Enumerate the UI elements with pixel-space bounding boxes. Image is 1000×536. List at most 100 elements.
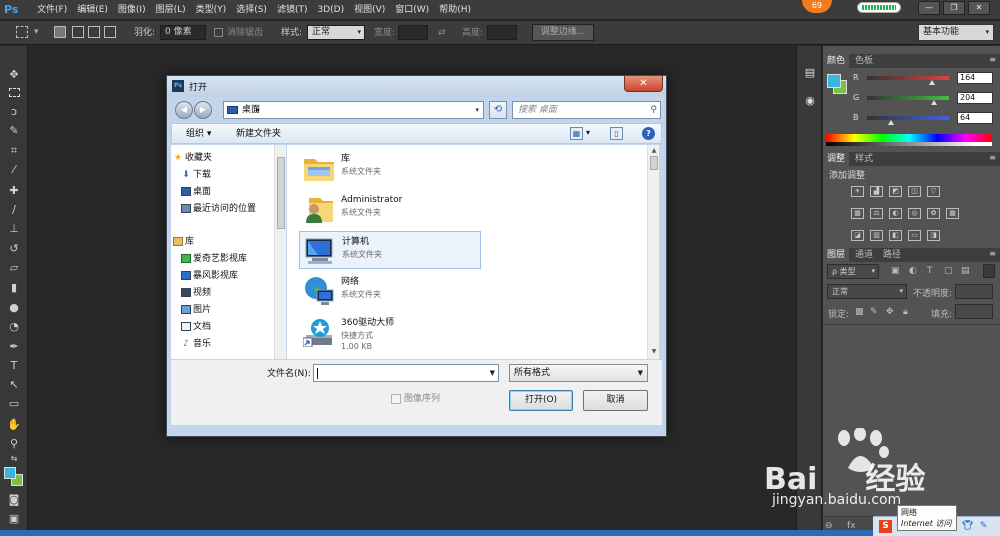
libraries-header[interactable]: 库 bbox=[185, 236, 194, 248]
file-list-scroll-thumb[interactable] bbox=[650, 156, 658, 170]
channel-value-input[interactable]: 64 bbox=[957, 112, 993, 124]
lock-transparent-icon[interactable]: ▩ bbox=[855, 307, 864, 317]
dodge-tool-icon[interactable]: ◔ bbox=[6, 320, 22, 334]
file-item[interactable]: 网络 系统文件夹 bbox=[299, 272, 481, 310]
file-item[interactable]: 计算机 系统文件夹 bbox=[299, 231, 481, 269]
dialog-close-button[interactable]: ✕ bbox=[624, 76, 663, 92]
foreground-color-swatch[interactable] bbox=[4, 467, 16, 479]
antialias-checkbox[interactable] bbox=[214, 28, 223, 37]
workspace-select[interactable]: 基本功能 ▾ bbox=[918, 24, 994, 41]
sogou-input-icon[interactable]: S bbox=[879, 520, 892, 533]
menu-item[interactable]: 类型(Y) bbox=[191, 0, 232, 20]
breadcrumb-arrow-icon[interactable]: ▸ bbox=[256, 104, 260, 116]
crop-tool-icon[interactable]: ⌗ bbox=[6, 144, 22, 158]
nav-item-desktop[interactable]: 桌面 bbox=[193, 186, 211, 198]
preset-dropdown-icon[interactable]: ▾ bbox=[34, 25, 39, 39]
threshold-icon[interactable]: ◧ bbox=[889, 230, 902, 241]
swap-icon[interactable]: ⇄ bbox=[438, 26, 446, 40]
brush-tool-icon[interactable]: ∕ bbox=[6, 203, 22, 217]
lock-position-icon[interactable]: ✥ bbox=[886, 307, 894, 317]
eraser-tool-icon[interactable]: ▱ bbox=[6, 261, 22, 275]
tab-swatches[interactable]: 色板 bbox=[851, 54, 877, 68]
filter-type-icon[interactable]: T bbox=[927, 266, 933, 276]
tray-shirt-icon[interactable]: 👕︎ bbox=[961, 520, 974, 533]
file-item[interactable]: 库系统文件夹 bbox=[299, 149, 481, 187]
intersect-selection-icon[interactable] bbox=[104, 26, 116, 38]
nav-item-pictures[interactable]: 图片 bbox=[193, 304, 211, 316]
brightness-icon[interactable]: ☀ bbox=[851, 186, 864, 197]
eyedropper-tool-icon[interactable]: ⁄ bbox=[6, 163, 22, 177]
tab-paths[interactable]: 路径 bbox=[879, 248, 905, 262]
organize-button[interactable]: 组织 ▾ bbox=[186, 128, 211, 140]
opacity-input[interactable] bbox=[955, 284, 993, 299]
tab-channels[interactable]: 通道 bbox=[851, 248, 877, 262]
view-options-icon[interactable]: ▦ bbox=[570, 127, 583, 140]
new-folder-button[interactable]: 新建文件夹 bbox=[236, 128, 281, 140]
help-icon[interactable]: ? bbox=[642, 127, 655, 140]
panel-menu-icon[interactable]: ≡ bbox=[989, 55, 996, 64]
style-select[interactable]: 正常 ▾ bbox=[307, 25, 365, 40]
filter-smart-object-icon[interactable]: ▤ bbox=[961, 266, 970, 276]
lasso-tool-icon[interactable]: ↄ bbox=[6, 105, 22, 119]
menu-item[interactable]: 3D(D) bbox=[312, 0, 349, 20]
channel-slider-thumb[interactable] bbox=[931, 100, 937, 105]
tab-color[interactable]: 颜色 bbox=[823, 54, 850, 68]
channel-value-input[interactable]: 204 bbox=[957, 92, 993, 104]
hand-tool-icon[interactable]: ✋ bbox=[6, 418, 22, 432]
tray-wrench-icon[interactable]: ✎ bbox=[977, 520, 990, 533]
restore-button[interactable]: ❐ bbox=[943, 1, 965, 15]
healing-brush-tool-icon[interactable]: ✚ bbox=[6, 184, 22, 198]
zoom-tool-icon[interactable]: ⚲ bbox=[6, 437, 22, 451]
vibrance-icon[interactable]: ▽ bbox=[927, 186, 940, 197]
height-input[interactable] bbox=[487, 25, 517, 40]
address-dropdown-icon[interactable]: ▾ bbox=[475, 104, 479, 116]
path-select-tool-icon[interactable]: ↖ bbox=[6, 378, 22, 392]
feather-input[interactable]: 0 像素 bbox=[160, 25, 206, 40]
tab-adjustments[interactable]: 调整 bbox=[823, 152, 850, 166]
grayscale-ramp[interactable] bbox=[826, 142, 992, 146]
history-brush-tool-icon[interactable]: ↺ bbox=[6, 242, 22, 256]
photo-filter-icon[interactable]: ◎ bbox=[908, 208, 921, 219]
refine-edge-button[interactable]: 调整边缘... bbox=[532, 24, 594, 41]
selective-color-icon[interactable]: ◨ bbox=[927, 230, 940, 241]
blur-tool-icon[interactable]: ● bbox=[6, 301, 22, 315]
search-input[interactable]: 搜索 桌面 ⚲ bbox=[512, 101, 661, 119]
type-tool-icon[interactable]: T bbox=[6, 359, 22, 373]
gradient-map-icon[interactable]: ▭ bbox=[908, 230, 921, 241]
curves-icon[interactable]: ◩ bbox=[889, 186, 902, 197]
nav-item-documents[interactable]: 文档 bbox=[193, 321, 211, 333]
gradient-tool-icon[interactable]: ▮ bbox=[6, 281, 22, 295]
clone-stamp-tool-icon[interactable]: ⊥ bbox=[6, 222, 22, 236]
scroll-up-icon[interactable]: ▲ bbox=[649, 146, 659, 156]
channel-mixer-icon[interactable]: ✿ bbox=[927, 208, 940, 219]
menu-item[interactable]: 图层(L) bbox=[151, 0, 191, 20]
lock-all-icon[interactable]: 🔒︎ bbox=[903, 307, 908, 317]
quick-mask-icon[interactable]: ◙ bbox=[6, 493, 22, 507]
menu-item[interactable]: 文件(F) bbox=[32, 0, 72, 20]
filename-dropdown-icon[interactable]: ▼ bbox=[490, 368, 495, 379]
marquee-tool-icon[interactable] bbox=[6, 86, 22, 100]
view-dropdown-icon[interactable]: ▾ bbox=[586, 127, 590, 139]
nav-item-downloads[interactable]: 下载 bbox=[193, 169, 211, 181]
notification-badge[interactable]: 69 bbox=[802, 0, 832, 13]
search-icon[interactable]: ⚲ bbox=[650, 104, 657, 116]
channel-slider-track[interactable] bbox=[867, 76, 949, 80]
navigation-scrollbar[interactable] bbox=[274, 145, 286, 359]
file-list-scrollbar[interactable]: ▲ ▼ bbox=[647, 145, 659, 359]
color-lookup-icon[interactable]: ▦ bbox=[946, 208, 959, 219]
file-item[interactable]: Administrator 系统文件夹 bbox=[299, 190, 481, 228]
filter-toggle[interactable] bbox=[983, 264, 995, 278]
channel-slider-thumb[interactable] bbox=[929, 80, 935, 85]
tab-layers[interactable]: 图层 bbox=[823, 248, 850, 262]
swap-colors-icon[interactable]: ⇆ bbox=[6, 452, 22, 466]
subtract-selection-icon[interactable] bbox=[88, 26, 100, 38]
nav-item-videos[interactable]: 视频 bbox=[193, 287, 211, 299]
properties-panel-icon[interactable]: ◉ bbox=[803, 94, 817, 108]
history-panel-icon[interactable]: ▤ bbox=[803, 66, 817, 80]
nav-item-baofeng[interactable]: 暴风影视库 bbox=[193, 270, 238, 282]
marquee-preset-icon[interactable] bbox=[16, 26, 28, 38]
address-bar[interactable]: 桌面 ▸ ▾ bbox=[223, 101, 484, 119]
shape-tool-icon[interactable]: ▭ bbox=[6, 397, 22, 411]
open-button[interactable]: 打开(O) bbox=[509, 390, 573, 411]
back-button[interactable]: ◀ bbox=[175, 101, 193, 119]
